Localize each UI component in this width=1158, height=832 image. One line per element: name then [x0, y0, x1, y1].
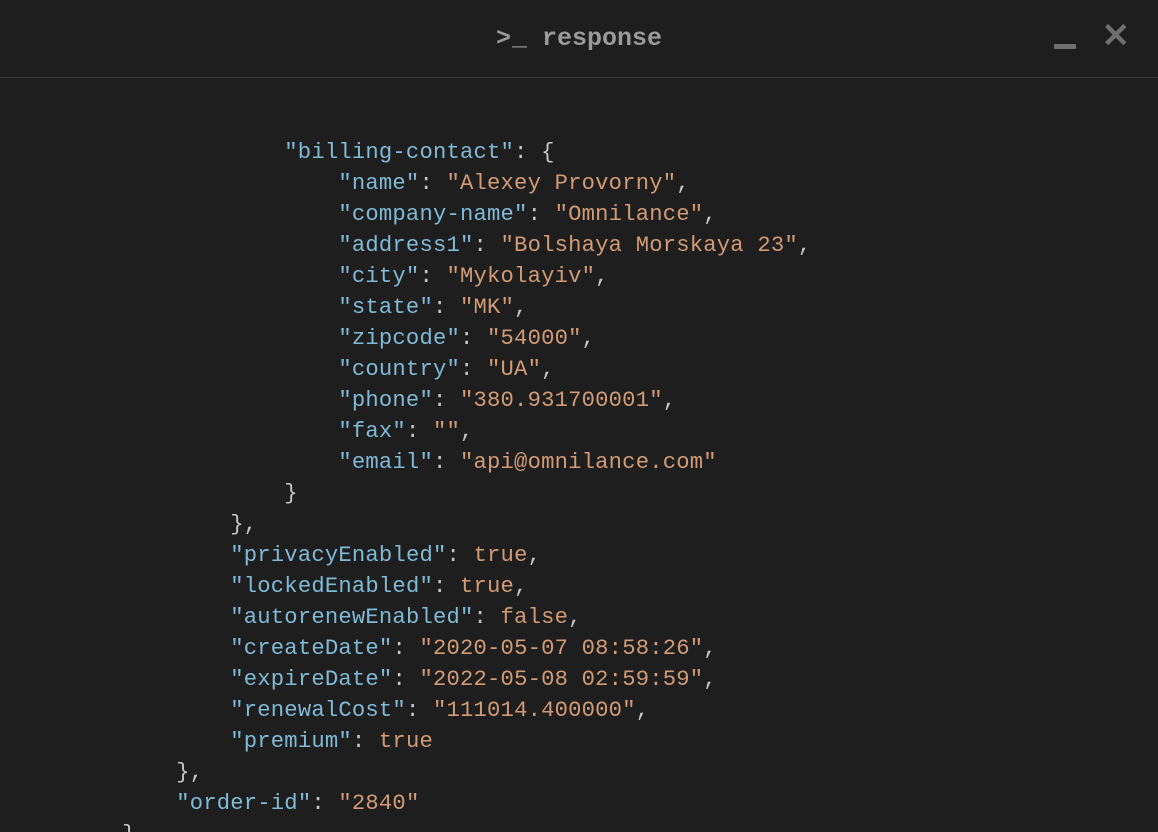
key-address1: "address1": [338, 233, 473, 258]
key-name: "name": [338, 171, 419, 196]
key-premium: "premium": [230, 729, 352, 754]
val-order-id: "2840": [338, 791, 419, 816]
key-expire-date: "expireDate": [230, 667, 392, 692]
val-phone: "380.931700001": [460, 388, 663, 413]
window-controls: ✕: [1054, 0, 1131, 77]
key-country: "country": [338, 357, 460, 382]
key-city: "city": [338, 264, 419, 289]
key-billing-contact: "billing-contact": [284, 140, 514, 165]
window-title: response: [542, 24, 662, 53]
minimize-button[interactable]: [1054, 44, 1076, 49]
key-renewal-cost: "renewalCost": [230, 698, 406, 723]
val-state: "MK": [460, 295, 514, 320]
terminal-prompt-icon: >_: [496, 24, 528, 53]
val-zipcode: "54000": [487, 326, 582, 351]
response-code: "billing-contact": { "name": "Alexey Pro…: [0, 78, 1158, 832]
val-city: "Mykolayiv": [446, 264, 595, 289]
title-bar: >_ response ✕: [0, 0, 1158, 78]
val-privacy-enabled: true: [474, 543, 528, 568]
val-locked-enabled: true: [460, 574, 514, 599]
key-order-id: "order-id": [176, 791, 311, 816]
val-create-date: "2020-05-07 08:58:26": [419, 636, 703, 661]
key-company-name: "company-name": [338, 202, 527, 227]
key-state: "state": [338, 295, 433, 320]
key-phone: "phone": [338, 388, 433, 413]
key-zipcode: "zipcode": [338, 326, 460, 351]
val-country: "UA": [487, 357, 541, 382]
window-title-group: >_ response: [496, 24, 662, 53]
val-company-name: "Omnilance": [555, 202, 704, 227]
key-email: "email": [338, 450, 433, 475]
val-email: "api@omnilance.com": [460, 450, 717, 475]
key-fax: "fax": [338, 419, 406, 444]
val-renewal-cost: "111014.400000": [433, 698, 636, 723]
key-autorenew-enabled: "autorenewEnabled": [230, 605, 473, 630]
val-premium: true: [379, 729, 433, 754]
val-address1: "Bolshaya Morskaya 23": [501, 233, 798, 258]
val-name: "Alexey Provorny": [446, 171, 676, 196]
val-expire-date: "2022-05-08 02:59:59": [419, 667, 703, 692]
val-fax: "": [433, 419, 460, 444]
close-button[interactable]: ✕: [1102, 22, 1131, 56]
key-privacy-enabled: "privacyEnabled": [230, 543, 446, 568]
key-locked-enabled: "lockedEnabled": [230, 574, 433, 599]
val-autorenew-enabled: false: [501, 605, 569, 630]
key-create-date: "createDate": [230, 636, 392, 661]
